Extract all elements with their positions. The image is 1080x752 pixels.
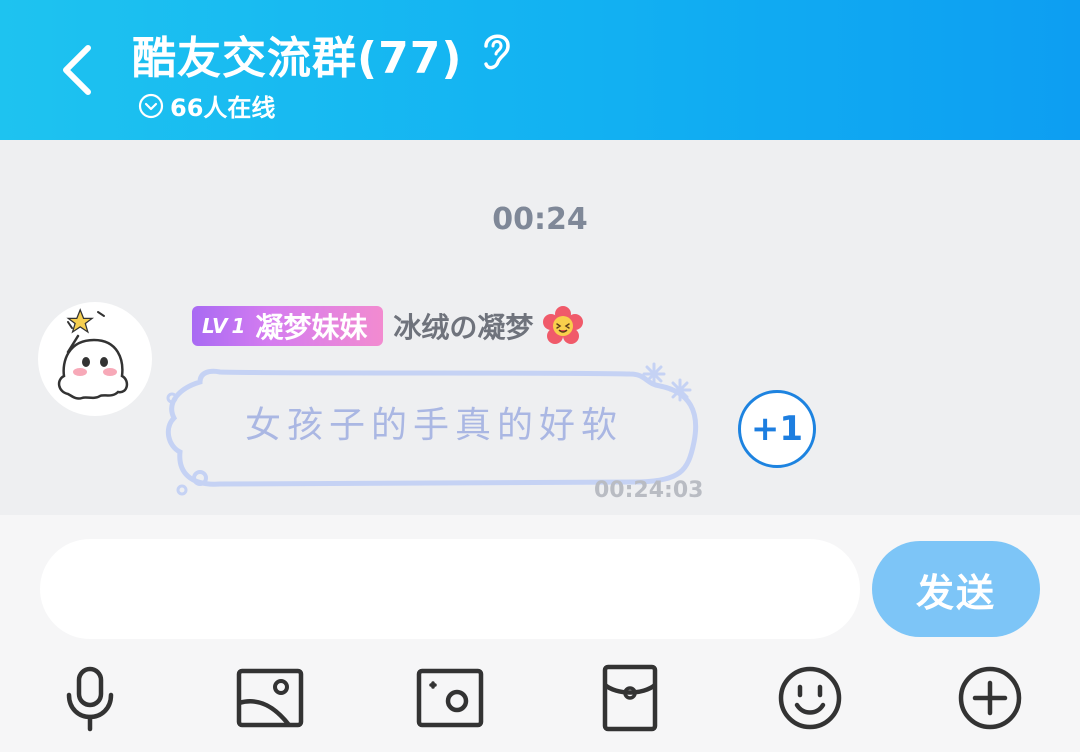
sender-row: LV 1 凝梦妹妹 冰绒の凝梦 [192,304,584,348]
plus-icon[interactable] [955,663,1025,733]
member-title: 凝梦妹妹 [255,311,368,344]
plus-one-button[interactable]: +1 [738,390,816,468]
time-divider: 00:24 [492,202,588,237]
input-bar: 发送 [0,515,1080,752]
sender-nickname[interactable]: 冰绒の凝梦 [393,306,533,346]
member-badge: LV 1 凝梦妹妹 [192,306,384,346]
chat-header: 酷友交流群(77) 66人在线 [0,0,1080,140]
input-toolbar [0,657,1080,737]
chevron-down-icon [138,93,164,118]
level-number: 1 [231,314,246,338]
message-time: 00:24:03 [594,478,704,503]
avatar[interactable] [38,302,152,416]
camera-icon[interactable] [415,663,485,733]
message-list[interactable]: 00:24 LV 1 凝梦妹妹 冰绒の凝梦 女孩子的手真的好软 00:24:03… [0,140,1080,515]
online-count: 66人在线 [170,94,276,122]
message-input[interactable] [40,539,860,639]
red-packet-icon[interactable] [595,663,665,733]
send-button[interactable]: 发送 [872,541,1040,637]
online-status[interactable]: 66人在线 [138,88,275,123]
level-prefix: LV [202,314,228,338]
flower-emoji-icon [543,306,584,344]
image-icon[interactable] [235,663,305,733]
group-title[interactable]: 酷友交流群(77) [132,22,462,86]
message-text: 女孩子的手真的好软 [244,405,623,446]
back-icon[interactable] [58,42,98,98]
emoji-icon[interactable] [775,663,845,733]
microphone-icon[interactable] [55,663,125,733]
ear-icon[interactable] [474,26,518,74]
